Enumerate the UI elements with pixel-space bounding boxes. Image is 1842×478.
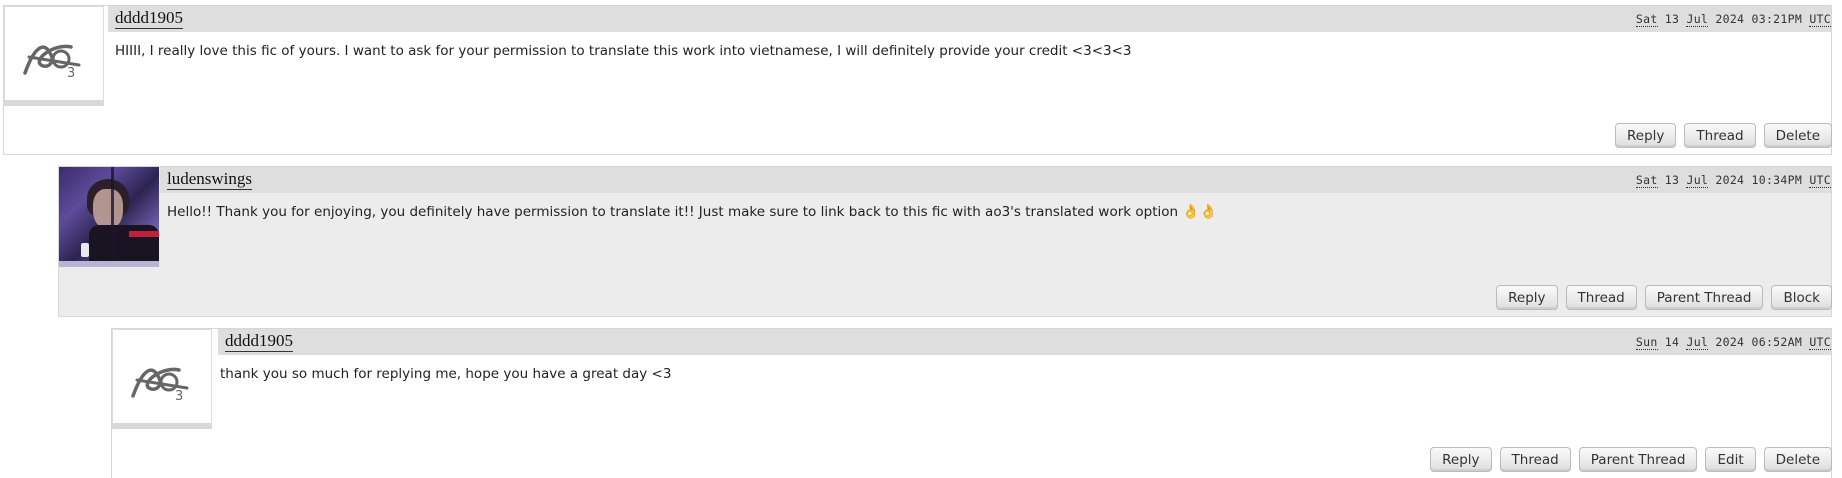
ao3-logo-icon: 3 bbox=[131, 367, 189, 402]
svg-text:3: 3 bbox=[175, 389, 183, 402]
user-avatar[interactable] bbox=[59, 167, 159, 267]
block-button[interactable]: Block bbox=[1771, 285, 1832, 310]
parent-thread-button[interactable]: Parent Thread bbox=[1644, 285, 1764, 310]
comment-datetime: Sat 13 Jul 2024 10:34PM UTC bbox=[1635, 173, 1831, 188]
default-avatar[interactable]: 3 bbox=[4, 6, 104, 106]
reply-button[interactable]: Reply bbox=[1496, 285, 1558, 310]
comment-header: dddd1905 Sun 14 Jul 2024 06:52AM UTC bbox=[218, 329, 1831, 355]
reply-button[interactable]: Reply bbox=[1615, 123, 1677, 148]
default-avatar[interactable]: 3 bbox=[112, 329, 212, 429]
reply-button[interactable]: Reply bbox=[1430, 447, 1492, 472]
comment-datetime: Sun 14 Jul 2024 06:52AM UTC bbox=[1635, 335, 1831, 350]
comment-username[interactable]: dddd1905 bbox=[225, 331, 293, 352]
comment-text: HIIII, I really love this fic of yours. … bbox=[115, 43, 1132, 59]
comment-datetime: Sat 13 Jul 2024 03:21PM UTC bbox=[1635, 12, 1831, 27]
comment-header: ludenswings Sat 13 Jul 2024 10:34PM UTC bbox=[160, 167, 1831, 193]
comment: 3 dddd1905 Sun 14 Jul 2024 06:52AM UTC t… bbox=[111, 328, 1832, 478]
comment-username[interactable]: dddd1905 bbox=[115, 8, 183, 29]
comment: ludenswings Sat 13 Jul 2024 10:34PM UTC … bbox=[58, 166, 1832, 317]
comment-actions: Reply Thread Delete bbox=[1615, 123, 1832, 148]
comment-username[interactable]: ludenswings bbox=[167, 169, 252, 190]
comment: 3 dddd1905 Sat 13 Jul 2024 03:21PM UTC H… bbox=[3, 5, 1832, 155]
ok-hand-emoji: 👌👌 bbox=[1182, 204, 1218, 220]
comment-text: thank you so much for replying me, hope … bbox=[220, 366, 672, 382]
delete-button[interactable]: Delete bbox=[1763, 123, 1832, 148]
thread-button[interactable]: Thread bbox=[1565, 285, 1637, 310]
edit-button[interactable]: Edit bbox=[1705, 447, 1756, 472]
comment-actions: Reply Thread Parent Thread Edit Delete bbox=[1430, 447, 1832, 472]
parent-thread-button[interactable]: Parent Thread bbox=[1578, 447, 1698, 472]
thread-button[interactable]: Thread bbox=[1684, 123, 1756, 148]
comment-text: Hello!! Thank you for enjoying, you defi… bbox=[167, 204, 1218, 220]
comment-header: dddd1905 Sat 13 Jul 2024 03:21PM UTC bbox=[108, 6, 1831, 32]
delete-button[interactable]: Delete bbox=[1763, 447, 1832, 472]
ao3-logo-icon: 3 bbox=[23, 44, 81, 79]
thread-button[interactable]: Thread bbox=[1499, 447, 1571, 472]
comment-actions: Reply Thread Parent Thread Block bbox=[1496, 285, 1832, 310]
svg-text:3: 3 bbox=[67, 66, 75, 79]
